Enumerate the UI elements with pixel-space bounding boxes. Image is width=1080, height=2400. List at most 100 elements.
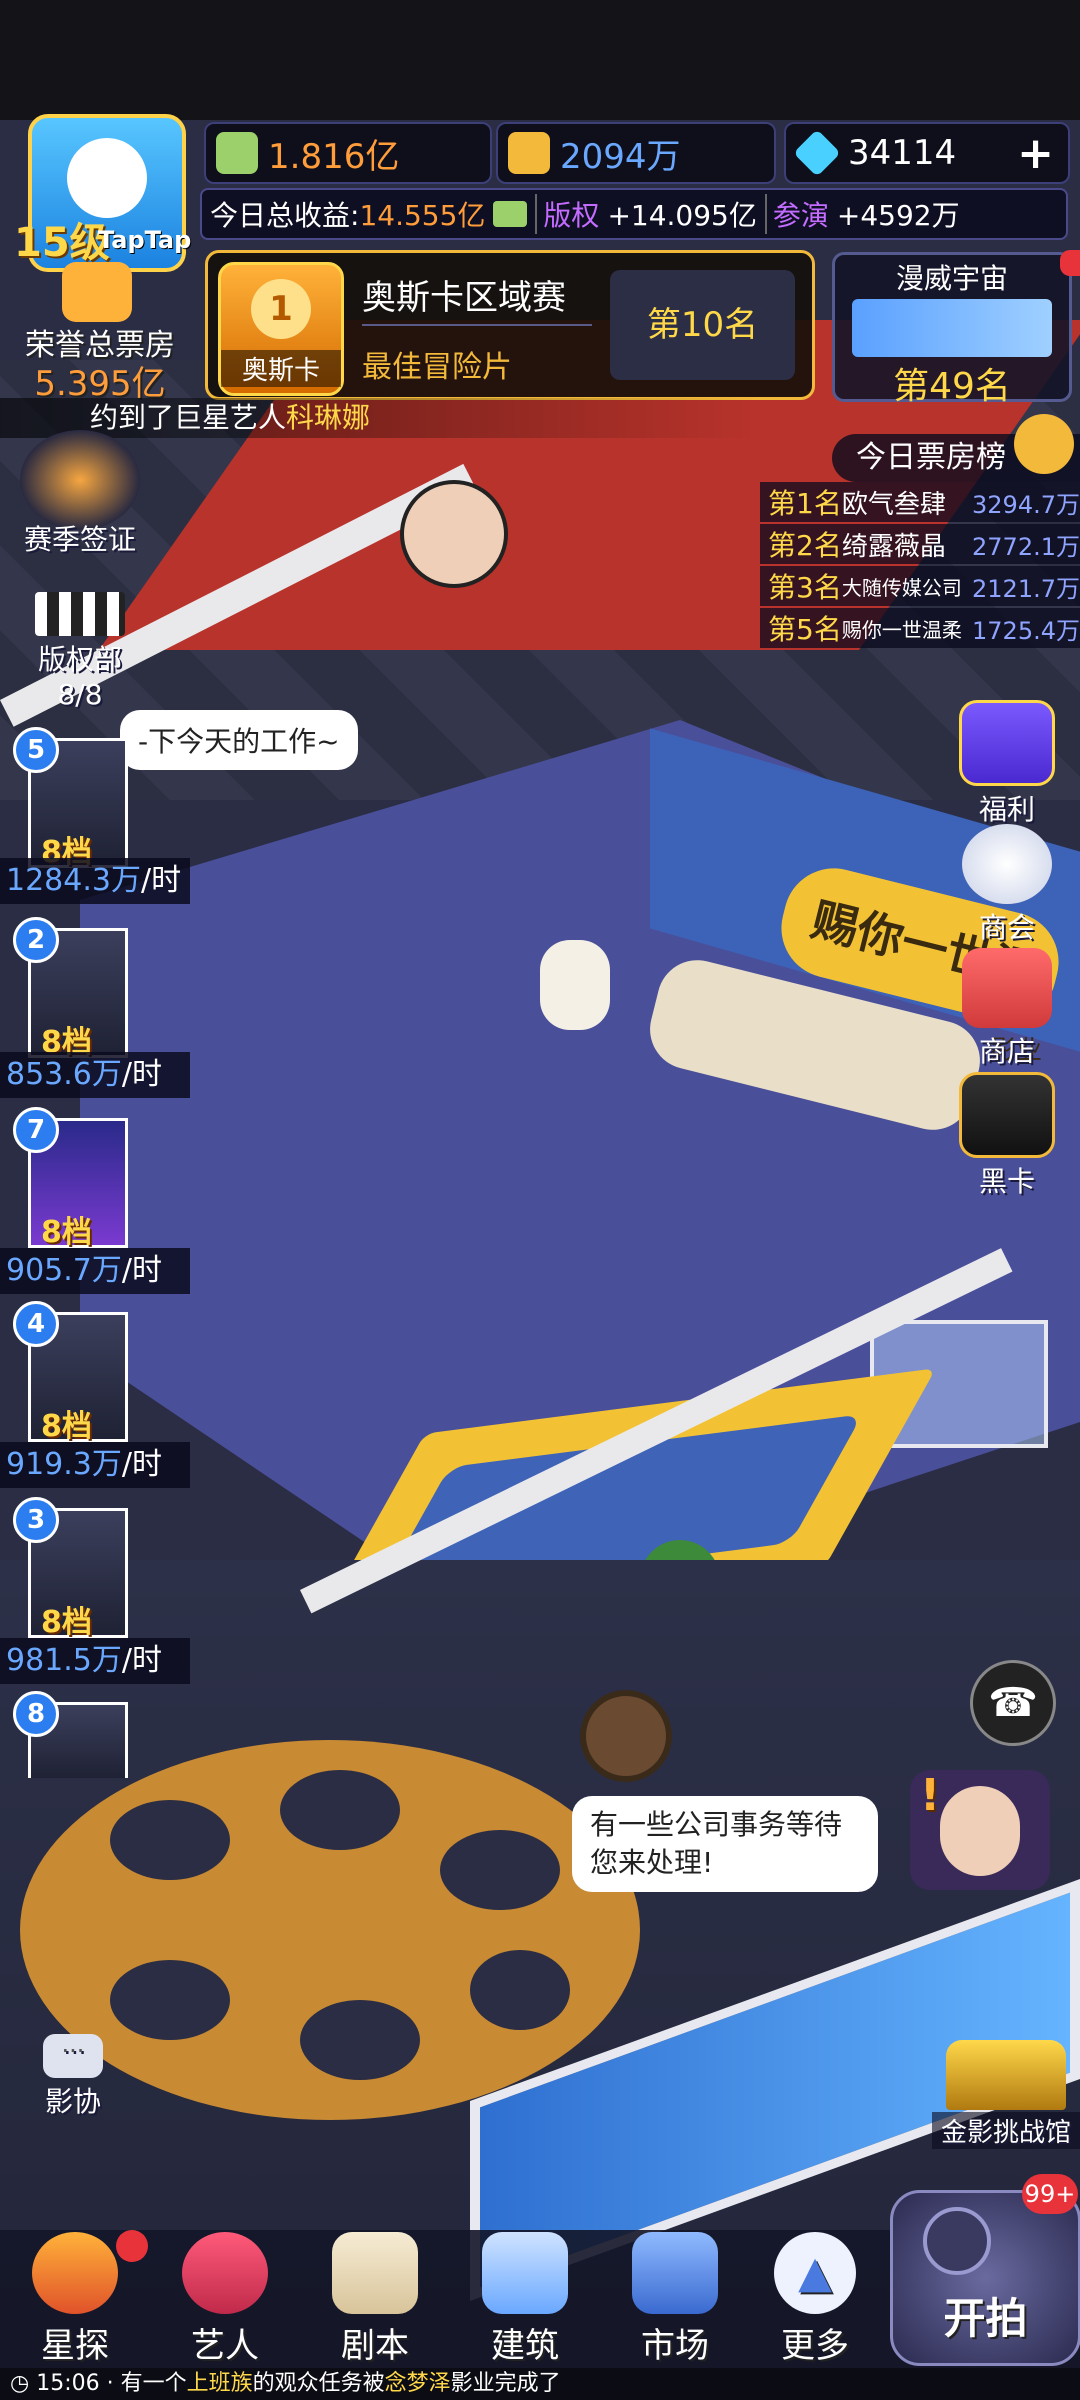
npc-actress-avatar[interactable]	[400, 480, 508, 588]
today-income-value: 14.555亿	[359, 199, 486, 232]
welfare-label: 福利	[978, 793, 1035, 826]
player-level: 15级	[14, 220, 110, 266]
npc-speech-bubble: -下今天的工作~	[120, 710, 358, 770]
ranking-row: 第2名 绮露薇晶 2772.1万	[760, 524, 1080, 564]
nav-artist[interactable]: 艺人	[160, 2232, 290, 2367]
artist-card[interactable]: 5 8档	[13, 727, 128, 870]
script-icon	[332, 2232, 418, 2314]
ranking-company: 赐你一世温柔	[841, 617, 962, 642]
artist-card[interactable]: 8	[13, 1691, 128, 1778]
income-summary[interactable]: 今日总收益: 14.555亿 版权 +14.095亿 参演 +4592万	[200, 188, 1068, 240]
trophy-icon	[1014, 414, 1074, 474]
film-reel-icon[interactable]	[580, 1690, 672, 1782]
gold-value: 2094万	[560, 136, 681, 177]
reel-hole	[470, 1950, 570, 2030]
season-pass-icon	[20, 430, 140, 530]
ranking-company: 大随传媒公司	[841, 575, 962, 600]
lucky-cat-statue[interactable]	[540, 940, 610, 1030]
artist-tier: 8档	[41, 1215, 92, 1250]
ranking-row: 第1名 欧气叁肆 3294.7万	[760, 482, 1080, 522]
opera-house-icon	[946, 2040, 1066, 2110]
clapperboard-icon	[35, 592, 125, 636]
assistant-speech-bubble: 有一些公司事务等待您来处理!	[572, 1796, 878, 1892]
gold-counter[interactable]: 2094万	[496, 122, 776, 184]
oscar-divider	[362, 324, 592, 326]
artist-slot-number: 3	[13, 1497, 59, 1543]
reel-hole	[110, 1960, 230, 2040]
black-card-label: 黑卡	[978, 1165, 1035, 1198]
trophy-icon	[62, 262, 132, 322]
black-card-button[interactable]: 黑卡	[952, 1072, 1062, 1200]
artist-income-rate: 981.5万/时	[0, 1638, 190, 1684]
event-highlight: 上班族	[186, 2371, 253, 2396]
nav-more[interactable]: ▲ 更多	[750, 2232, 880, 2367]
box-office-ranking-list[interactable]: 第1名 欧气叁肆 3294.7万 第2名 绮露薇晶 2772.1万 第3名 大随…	[760, 482, 1080, 650]
ranking-position: 第3名	[768, 571, 842, 604]
artist-rate-value: 919.3万	[6, 1447, 122, 1482]
artist-rate-value: 853.6万	[6, 1057, 122, 1092]
season-pass-button[interactable]: 赛季签证	[10, 430, 150, 558]
marvel-universe-panel[interactable]: 漫威宇宙 第49名	[832, 252, 1072, 407]
cash-icon	[216, 132, 258, 174]
golden-challenge-button[interactable]: 金影挑战馆	[932, 2040, 1080, 2149]
association-button[interactable]: ··· 影协	[18, 2034, 128, 2120]
clock-icon: ◷	[10, 2371, 37, 2396]
copyright-income-value: +14.095亿	[607, 199, 757, 232]
add-diamond-button[interactable]: +	[1017, 128, 1054, 179]
ranking-value: 2121.7万	[972, 574, 1080, 603]
oscar-badge[interactable]: 1 奥斯卡	[218, 262, 344, 396]
nav-building[interactable]: 建筑	[460, 2232, 590, 2367]
storefront-icon	[962, 948, 1052, 1028]
ranking-company: 欧气叁肆	[841, 489, 946, 520]
cash-counter[interactable]: 1.816亿	[204, 122, 492, 184]
ranking-row: 第3名 大随传媒公司 2121.7万	[760, 566, 1080, 606]
ranking-position: 第5名	[768, 613, 842, 646]
event-text: 有一个	[120, 2371, 187, 2396]
map-pin-icon	[632, 2232, 718, 2314]
notification-dot	[116, 2230, 148, 2262]
artist-card[interactable]: 2 8档	[13, 917, 128, 1060]
phone-icon[interactable]: ☎	[970, 1660, 1056, 1746]
nav-script[interactable]: 剧本	[310, 2232, 440, 2367]
welfare-button[interactable]: 福利	[952, 700, 1062, 828]
artist-card[interactable]: 4 8档	[13, 1301, 128, 1444]
shop-label: 商店	[978, 1035, 1035, 1068]
artist-rate-unit: /时	[121, 1447, 162, 1482]
acting-label: 参演	[764, 194, 829, 234]
shoot-button[interactable]: 开拍	[890, 2190, 1080, 2366]
oscar-badge-label: 奥斯卡	[221, 350, 341, 387]
today-income-label: 今日总收益:	[210, 199, 360, 232]
artist-slot-number: 2	[13, 917, 59, 963]
event-log: ◷ 15:06 · 有一个上班族的观众任务被念梦泽影业完成了	[0, 2368, 1080, 2400]
nav-scout-label: 星探	[41, 2326, 109, 2366]
acting-income-value: +4592万	[836, 199, 960, 232]
reel-hole	[110, 1800, 230, 1880]
artist-rate-unit: /时	[121, 1057, 162, 1092]
season-pass-label: 赛季签证	[23, 523, 136, 556]
copyright-dept-button[interactable]: 版权部 8/8	[20, 592, 140, 711]
artist-card[interactable]: 3 8档	[13, 1497, 128, 1640]
shop-button[interactable]: 商店	[952, 948, 1062, 1070]
nav-market[interactable]: 市场	[610, 2232, 740, 2367]
copyright-dept-label: 版权部	[37, 643, 122, 676]
oscar-category: 最佳冒险片	[362, 350, 512, 385]
artist-slot-number: 8	[13, 1691, 59, 1737]
artist-rate-value: 981.5万	[6, 1643, 122, 1678]
chevron-up-icon: ▲	[774, 2232, 856, 2314]
artist-income-rate: 1284.3万/时	[0, 858, 190, 904]
mall-button[interactable]: 商会	[952, 824, 1062, 946]
city-map-icon	[852, 299, 1052, 357]
artist-slot-number: 4	[13, 1301, 59, 1347]
reel-hole	[300, 2000, 420, 2080]
artist-income-rate: 853.6万/时	[0, 1052, 190, 1098]
ranking-value: 2772.1万	[972, 532, 1080, 561]
chat-bubble-icon: ···	[43, 2034, 103, 2078]
event-time: 15:06	[36, 2371, 100, 2396]
nav-building-label: 建筑	[491, 2326, 559, 2366]
ranking-position: 第2名	[768, 529, 842, 562]
copyright-label: 版权	[535, 194, 599, 234]
artist-card[interactable]: 7 8档	[13, 1107, 128, 1250]
assistant-face	[940, 1786, 1020, 1876]
artist-slot-number: 7	[13, 1107, 59, 1153]
diamond-counter[interactable]: 34114 +	[784, 122, 1070, 184]
